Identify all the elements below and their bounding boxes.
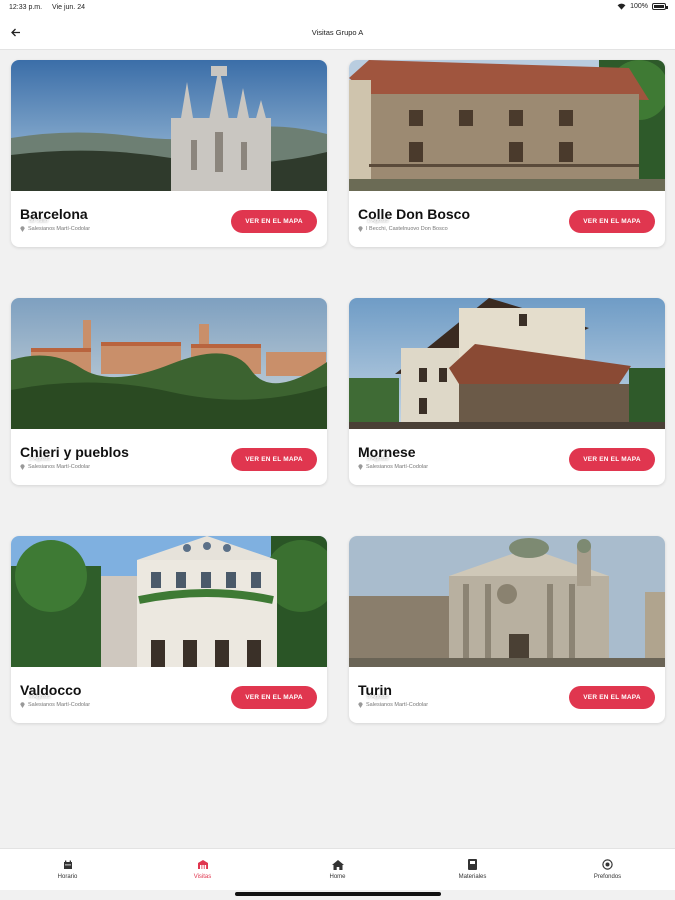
- visit-card-mornese[interactable]: 3 Agosto Mornese Salesianos Martí-Codola…: [349, 298, 665, 485]
- visit-location: Salesianos Martí-Codolar: [20, 702, 90, 708]
- visit-title: Barcelona: [20, 206, 88, 222]
- location-pin-icon: [20, 702, 25, 708]
- visit-title: Valdocco: [20, 682, 82, 698]
- visit-location: Salesianos Martí-Codolar: [20, 464, 90, 470]
- visit-location-text: I Becchi, Castelnuovo Don Bosco: [366, 226, 448, 232]
- status-time: 12:33 p.m.: [9, 4, 43, 11]
- nav-item-horario[interactable]: Horario: [0, 849, 135, 890]
- status-left: 12:33 p.m. Vie jun. 24: [9, 4, 93, 11]
- nav-label: Home: [329, 873, 346, 880]
- view-on-map-button[interactable]: VER EN EL MAPA: [231, 210, 317, 233]
- nav-label: Horario: [57, 873, 78, 880]
- view-on-map-button[interactable]: VER EN EL MAPA: [231, 686, 317, 709]
- wifi-icon: [617, 3, 626, 10]
- visit-location: Salesianos Martí-Codolar: [358, 464, 428, 470]
- visit-title: Colle Don Bosco: [358, 206, 471, 222]
- status-date: Vie jun. 24: [52, 4, 85, 11]
- visit-location-text: Salesianos Martí-Codolar: [28, 226, 91, 232]
- visit-location-text: Salesianos Martí-Codolar: [28, 702, 91, 708]
- home-icon: [331, 859, 344, 870]
- visit-location: Salesianos Martí-Codolar: [358, 702, 428, 708]
- view-on-map-button[interactable]: VER EN EL MAPA: [569, 210, 655, 233]
- nav-label: Prefondos: [593, 874, 622, 880]
- location-pin-icon: [20, 226, 25, 232]
- book-icon: [468, 859, 477, 870]
- location-pin-icon: [358, 464, 363, 470]
- visit-title: Mornese: [358, 444, 416, 460]
- bottom-nav: Horario Visitas Home Materiales Prefondo…: [0, 848, 675, 890]
- visits-icon: [197, 859, 208, 869]
- location-pin-icon: [358, 702, 363, 708]
- status-right: 100%: [617, 3, 668, 10]
- visit-location: I Becchi, Castelnuovo Don Bosco: [358, 226, 448, 232]
- page-title: Visitas Grupo A: [311, 28, 364, 37]
- visit-photo: [349, 298, 665, 429]
- visit-card-barcelona[interactable]: 30 Julio Barcelona Salesianos Martí-Codo…: [11, 60, 327, 247]
- visit-card-turin[interactable]: 5 Agosto Turin Salesianos Martí-Codolar …: [349, 536, 665, 723]
- visit-title: Chieri y pueblos: [20, 444, 129, 460]
- nav-item-visitas[interactable]: Visitas: [135, 849, 270, 890]
- view-on-map-button[interactable]: VER EN EL MAPA: [231, 448, 317, 471]
- visit-title: Turin: [358, 682, 392, 698]
- visit-photo: [11, 298, 327, 429]
- view-on-map-button[interactable]: VER EN EL MAPA: [569, 448, 655, 471]
- nav-label: Visitas: [193, 873, 212, 880]
- visit-location-text: Salesianos Martí-Codolar: [366, 464, 429, 470]
- nav-item-prefondos[interactable]: Prefondos: [540, 849, 675, 890]
- location-pin-icon: [20, 464, 25, 470]
- visit-card-colle-don-bosco[interactable]: 1 Agosto Colle Don Bosco I Becchi, Caste…: [349, 60, 665, 247]
- visit-location-text: Salesianos Martí-Codolar: [28, 464, 91, 470]
- visit-location-text: Salesianos Martí-Codolar: [366, 702, 429, 708]
- visit-photo: [349, 536, 665, 667]
- status-bar: 12:33 p.m. Vie jun. 24 100%: [0, 0, 675, 16]
- home-indicator[interactable]: [235, 892, 441, 896]
- view-on-map-button[interactable]: VER EN EL MAPA: [569, 686, 655, 709]
- nav-item-home[interactable]: Home: [270, 849, 405, 890]
- nav-item-materiales[interactable]: Materiales: [405, 849, 540, 890]
- eye-icon: [602, 859, 613, 870]
- app-bar: Visitas Grupo A: [0, 16, 675, 50]
- calendar-icon: [63, 860, 72, 869]
- visit-photo: [11, 60, 327, 191]
- visit-card-chieri-y-pueblos[interactable]: 2 Agosto Chieri y pueblos Salesianos Mar…: [11, 298, 327, 485]
- visit-photo: [349, 60, 665, 191]
- visit-photo: [11, 536, 327, 667]
- nav-label: Materiales: [458, 874, 487, 880]
- battery-percent: 100%: [630, 3, 648, 10]
- visit-location: Salesianos Martí-Codolar: [20, 226, 90, 232]
- location-pin-icon: [358, 226, 363, 232]
- visit-card-valdocco[interactable]: 4 Agosto Valdocco Salesianos Martí-Codol…: [11, 536, 327, 723]
- battery-icon: [652, 3, 668, 10]
